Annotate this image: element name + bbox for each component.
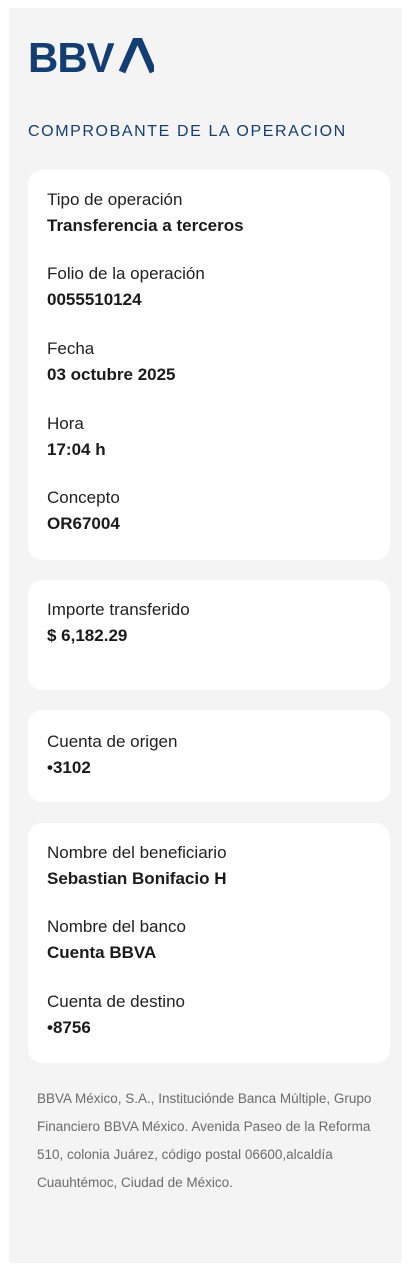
beneficiary-name-label: Nombre del beneficiario [47,843,227,862]
date-field: Fecha 03 octubre 2025 [47,339,176,385]
bbva-logo: BBV [28,38,154,74]
origin-account-card: Cuenta de origen •3102 [28,710,390,802]
amount-value: $ 6,182.29 [47,626,128,645]
time-field: Hora 17:04 h [47,414,106,460]
amount-field: Importe transferido $ 6,182.29 [47,600,190,646]
beneficiary-name-value: Sebastian Bonifacio H [47,869,227,888]
folio-label: Folio de la operación [47,264,205,283]
bank-name-field: Nombre del banco Cuenta BBVA [47,917,186,963]
legal-disclaimer: BBVA México, S.A., Instituciónde Banca M… [37,1091,372,1190]
operation-details-card: Tipo de operación Transferencia a tercer… [28,170,390,560]
concept-value: OR67004 [47,514,120,533]
bank-name-value: Cuenta BBVA [47,943,157,962]
bank-name-label: Nombre del banco [47,917,186,936]
time-value: 17:04 h [47,440,106,459]
beneficiary-card: Nombre del beneficiario Sebastian Bonifa… [28,823,390,1063]
svg-text:BBV: BBV [28,38,115,74]
operation-type-value: Transferencia a terceros [47,216,244,235]
receipt-title: COMPROBANTE DE LA OPERACION [28,123,347,140]
origin-account-field: Cuenta de origen •3102 [47,732,177,778]
beneficiary-name-field: Nombre del beneficiario Sebastian Bonifa… [47,843,227,889]
origin-account-value: •3102 [47,758,91,777]
origin-account-label: Cuenta de origen [47,732,178,751]
receipt-page: BBV COMPROBANTE DE LA OPERACION Tipo de … [9,8,402,1263]
folio-value: 0055510124 [47,290,142,309]
destination-account-field: Cuenta de destino •8756 [47,992,185,1038]
operation-type-label: Tipo de operación [47,190,183,209]
folio-field: Folio de la operación 0055510124 [47,264,205,310]
amount-label: Importe transferido [47,600,190,619]
destination-account-label: Cuenta de destino [47,992,185,1011]
time-label: Hora [47,414,84,433]
operation-type-field: Tipo de operación Transferencia a tercer… [47,190,244,236]
date-value: 03 octubre 2025 [47,365,176,384]
bbva-logo-graphic: BBV [28,38,154,74]
concept-field: Concepto OR67004 [47,488,120,534]
date-label: Fecha [47,339,95,358]
concept-label: Concepto [47,488,120,507]
amount-card: Importe transferido $ 6,182.29 [28,580,390,690]
destination-account-value: •8756 [47,1018,91,1037]
